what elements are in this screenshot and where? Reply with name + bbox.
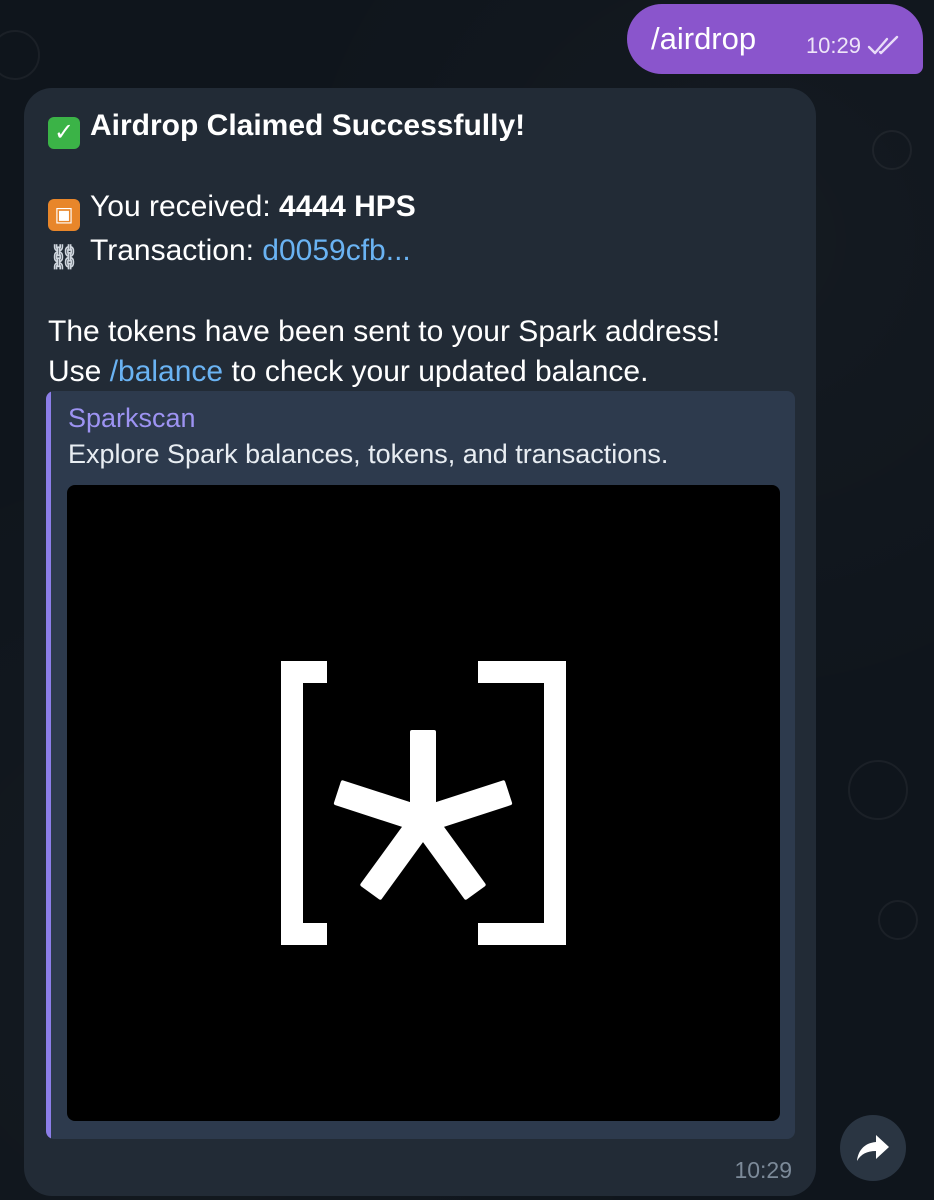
preview-accent-bar <box>46 391 51 1139</box>
transaction-label: Transaction: <box>90 234 263 267</box>
background-doodle <box>848 760 908 820</box>
body-rest-text: to check your updated balance. <box>223 355 649 388</box>
sparkscan-logo <box>281 661 566 945</box>
body-line-2: Use /balance to check your updated balan… <box>48 352 794 392</box>
body-use-text: Use <box>48 355 110 388</box>
received-line: ▣ You received: 4444 HPS <box>48 187 794 231</box>
background-doodle <box>872 130 912 170</box>
balance-command-link[interactable]: /balance <box>110 355 223 388</box>
body-line-1: The tokens have been sent to your Spark … <box>48 315 721 348</box>
message-title: ✓ Airdrop Claimed Successfully! <box>48 106 794 149</box>
preview-image[interactable] <box>67 485 780 1121</box>
preview-description: Explore Spark balances, tokens, and tran… <box>68 439 669 469</box>
incoming-message[interactable]: ✓ Airdrop Claimed Successfully! ▣ You rece… <box>24 88 816 1196</box>
message-title-text: Airdrop Claimed Successfully! <box>90 109 526 142</box>
forward-arrow-icon <box>857 1135 889 1161</box>
background-doodle <box>878 900 918 940</box>
gift-emoji-icon: ▣ <box>48 199 80 231</box>
link-preview[interactable]: Sparkscan Explore Spark balances, tokens… <box>46 391 795 1139</box>
outgoing-message-time: 10:29 <box>805 33 861 58</box>
outgoing-message[interactable]: /airdrop 10:29 <box>627 4 923 74</box>
transaction-line: ⛓ Transaction: d0059cfb... <box>48 231 794 274</box>
incoming-message-time: 10:29 <box>734 1157 792 1183</box>
chat-area: /airdrop 10:29 ✓ Airdrop Claimed Successf… <box>0 0 934 1200</box>
received-label: You received: <box>90 190 280 223</box>
transaction-link[interactable]: d0059cfb... <box>262 234 410 267</box>
outgoing-message-text: /airdrop <box>651 21 757 56</box>
received-value: 4444 HPS <box>279 190 416 223</box>
link-emoji-icon: ⛓ <box>48 244 80 271</box>
double-check-icon <box>867 35 899 55</box>
background-doodle <box>0 30 40 80</box>
forward-button[interactable] <box>840 1115 906 1181</box>
check-mark-emoji-icon: ✓ <box>48 117 80 149</box>
preview-site-name[interactable]: Sparkscan <box>68 403 196 434</box>
